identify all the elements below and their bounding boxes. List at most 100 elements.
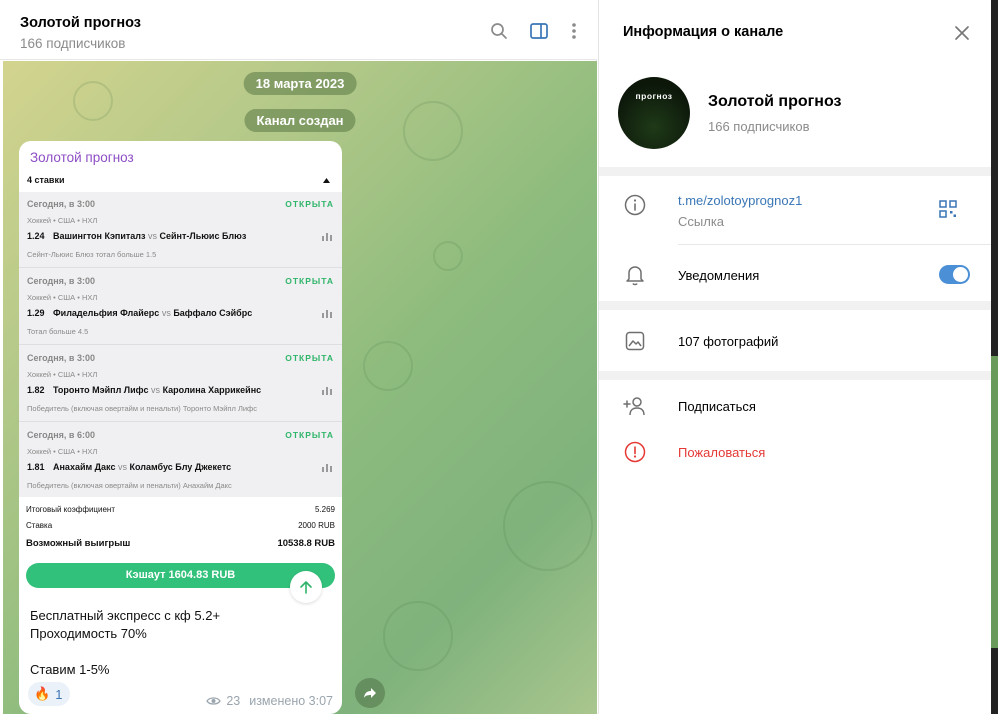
bet-note: Победитель (включая овертайм и пенальти)… (27, 481, 232, 490)
bet-status: ОТКРЫТА (285, 199, 334, 209)
date-pill: 18 марта 2023 (243, 72, 357, 95)
bet-item: Сегодня, в 3:00 ОТКРЫТА Хоккей • США • Н… (19, 346, 342, 422)
bet-odd: 1.29 (27, 308, 45, 318)
bet-item: Сегодня, в 3:00 ОТКРЫТА Хоккей • США • Н… (19, 269, 342, 345)
vs-label: vs (148, 231, 157, 241)
stats-icon (322, 233, 332, 241)
forward-icon (364, 688, 376, 698)
bet-status: ОТКРЫТА (285, 353, 334, 363)
background-window-edge (991, 0, 998, 714)
bet-time: Сегодня, в 3:00 (27, 199, 95, 209)
add-user-icon (623, 394, 647, 418)
info-icon (623, 193, 647, 217)
bet-status: ОТКРЫТА (285, 430, 334, 440)
channel-link[interactable]: t.me/zolotoyprognoz1 (678, 193, 802, 208)
bet-slip-image[interactable]: 4 ставки Сегодня, в 3:00 ОТКРЫТА Хоккей … (19, 170, 342, 600)
bet-note: Победитель (включая овертайм и пенальти)… (27, 404, 257, 413)
team-home: Филадельфия Флайерс (53, 308, 160, 318)
stake-value: 2000 RUB (298, 521, 335, 530)
bet-teams: Торонто Мэйпл Лифс vs Каролина Харрикейн… (53, 385, 261, 395)
bet-time: Сегодня, в 3:00 (27, 276, 95, 286)
team-home: Анахайм Дакс (53, 462, 116, 472)
stats-icon (322, 310, 332, 318)
possible-win-value: 10538.8 RUB (277, 538, 335, 549)
bet-league: Хоккей • США • НХЛ (27, 216, 98, 225)
stats-icon (322, 464, 332, 472)
cashout-button: Кэшаут 1604.83 RUB (26, 563, 335, 588)
bet-status: ОТКРЫТА (285, 276, 334, 286)
divider (599, 301, 991, 310)
bell-icon (623, 263, 647, 287)
photos-link[interactable]: 107 фотографий (678, 334, 778, 349)
notifications-toggle[interactable] (939, 265, 970, 284)
bet-odd: 1.24 (27, 231, 45, 241)
bet-odd: 1.82 (27, 385, 45, 395)
close-icon[interactable] (953, 24, 971, 42)
bet-count: 4 ставки (27, 175, 65, 185)
sidebar-toggle-icon[interactable] (528, 20, 550, 42)
search-icon[interactable] (488, 20, 510, 42)
stake-label: Ставка (26, 521, 53, 530)
eye-icon (206, 697, 222, 705)
scroll-up-button[interactable] (290, 571, 322, 603)
possible-win-label: Возможный выигрыш (26, 538, 131, 549)
divider (599, 167, 991, 176)
team-away: Каролина Харрикейнс (162, 385, 262, 395)
chat-title: Золотой прогноз (20, 15, 141, 31)
bet-teams: Вашингтон Кэпиталз vs Сейнт-Льюис Блюз (53, 231, 246, 241)
stats-icon (322, 387, 332, 395)
channel-name: Золотой прогноз (708, 93, 842, 110)
vs-label: vs (161, 308, 171, 318)
channel-link-caption: Ссылка (678, 214, 725, 229)
bet-time: Сегодня, в 6:00 (27, 430, 95, 440)
bet-note: Сейнт-Льюис Блюз тотал больше 1.5 (27, 250, 157, 259)
message-meta: 23 изменено 3:07 (206, 694, 333, 708)
message-text-line: Проходимость 70% (30, 626, 147, 641)
chat-subtitle: 166 подписчиков (20, 36, 126, 51)
channel-avatar[interactable]: прогноз (618, 77, 690, 149)
arrow-up-icon (300, 581, 312, 594)
bet-time: Сегодня, в 3:00 (27, 353, 95, 363)
vs-label: vs (151, 385, 161, 395)
bet-teams: Анахайм Дакс vs Коламбус Блу Джекетс (53, 462, 231, 472)
channel-subscribers: 166 подписчиков (708, 119, 810, 134)
forward-button[interactable] (355, 678, 385, 708)
bet-league: Хоккей • США • НХЛ (27, 293, 98, 302)
team-home: Вашингтон Кэпиталз (53, 231, 146, 241)
notifications-label: Уведомления (678, 268, 760, 283)
reaction-chip[interactable]: 🔥 1 (28, 682, 71, 706)
panel-title: Информация о канале (623, 24, 784, 40)
total-coef-row: Итоговый коэффициент 5.269 (26, 505, 335, 514)
qr-code-icon[interactable] (939, 200, 957, 218)
bet-league: Хоккей • США • НХЛ (27, 447, 98, 456)
divider (599, 371, 991, 380)
team-away: Баффало Сэйбрс (173, 308, 253, 318)
message-author[interactable]: Золотой прогноз (30, 150, 134, 165)
bet-odd: 1.81 (27, 462, 45, 472)
subscribe-button[interactable]: Подписаться (678, 399, 756, 414)
channel-message[interactable]: Золотой прогноз 4 ставки Сегодня, в 3:00… (19, 141, 342, 714)
edited-time: изменено 3:07 (249, 694, 333, 708)
channel-info-panel: Информация о канале прогноз Золотой прог… (598, 0, 991, 714)
photo-icon (623, 329, 647, 353)
avatar-label: прогноз (635, 91, 673, 101)
team-home: Торонто Мэйпл Лифс (53, 385, 149, 395)
stake-row: Ставка 2000 RUB (26, 521, 335, 530)
message-text-line: Ставим 1-5% (30, 662, 110, 677)
service-message-pill: Канал создан (244, 109, 356, 132)
total-coef-value: 5.269 (314, 505, 335, 514)
bet-item: Сегодня, в 3:00 ОТКРЫТА Хоккей • США • Н… (19, 192, 342, 268)
reaction-count: 1 (55, 686, 63, 702)
chat-header[interactable]: Золотой прогноз 166 подписчиков (0, 0, 597, 60)
report-button[interactable]: Пожаловаться (678, 445, 765, 460)
team-away: Коламбус Блу Джекетс (129, 462, 232, 472)
bet-slip-header: 4 ставки (19, 170, 342, 192)
collapse-arrow-icon (323, 178, 330, 183)
vs-label: vs (117, 462, 127, 472)
report-icon (623, 440, 647, 464)
row-separator (678, 244, 991, 245)
message-text-line: Бесплатный экспресс с кф 5.2+ (30, 608, 221, 623)
bet-teams: Филадельфия Флайерс vs Баффало Сэйбрс (53, 308, 252, 318)
more-menu-icon[interactable] (563, 20, 585, 42)
team-away: Сейнт-Льюис Блюз (159, 231, 247, 241)
